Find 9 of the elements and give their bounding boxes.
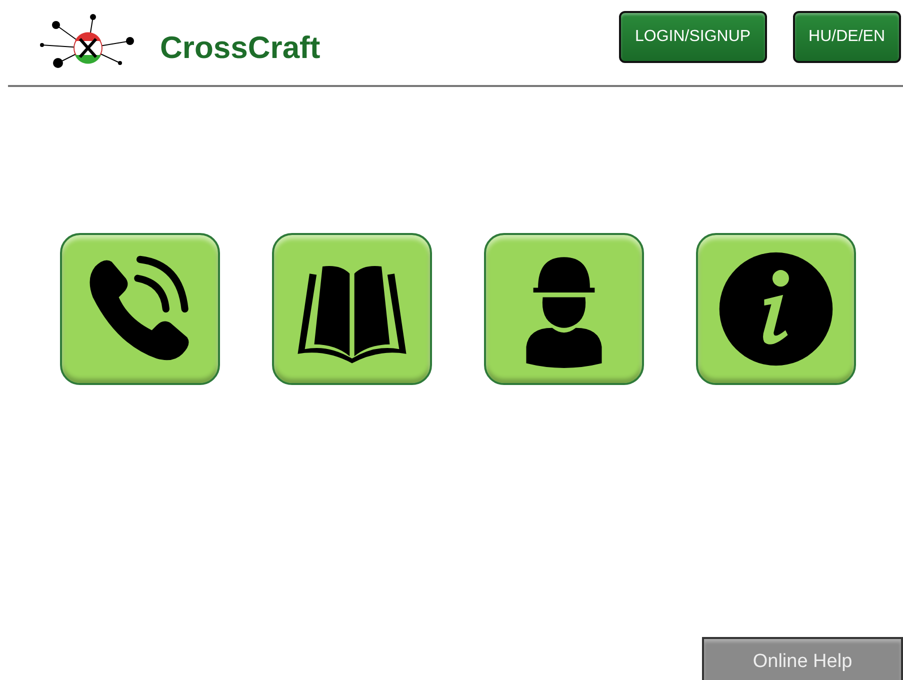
header-button[interactable]: LOGIN/SIGNUP <box>618 10 767 62</box>
info-tile[interactable] <box>696 233 856 385</box>
online-help-button[interactable]: Online Help <box>702 637 903 680</box>
worker-tile[interactable] <box>484 233 644 385</box>
app-title: CrossCraft <box>160 30 320 66</box>
phone-tile[interactable] <box>60 233 220 385</box>
info-icon <box>717 250 835 368</box>
header-button[interactable]: HU/DE/EN <box>792 10 901 62</box>
book-tile[interactable] <box>272 233 432 385</box>
